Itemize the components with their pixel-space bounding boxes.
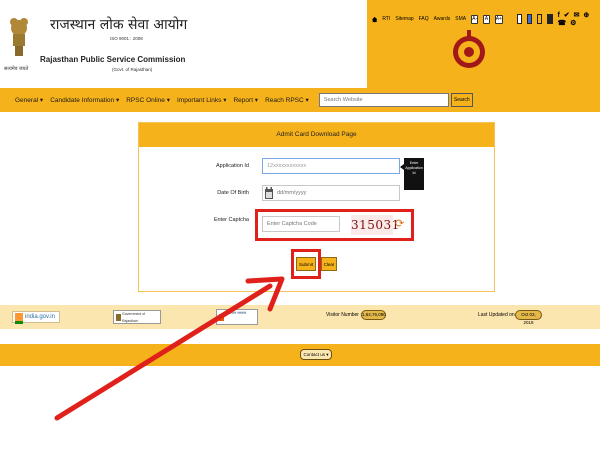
home-icon[interactable]: [372, 16, 378, 23]
nav-candidate-information[interactable]: Candidate Information ▾: [50, 96, 119, 104]
visitor-label: Visitor Number :: [326, 312, 362, 318]
govt-label: (Govt. of Rajasthan): [112, 67, 153, 72]
rpsc-logo-icon: [453, 30, 485, 68]
sma-link[interactable]: SMA: [455, 16, 466, 22]
submit-highlight-box: [291, 249, 321, 279]
panel-title: Admit Card Download Page: [139, 123, 494, 147]
contrast-orange-button[interactable]: [537, 14, 543, 24]
search-button[interactable]: Search: [450, 93, 473, 107]
nav-important-links[interactable]: Important Links ▾: [177, 96, 227, 104]
contrast-black-button[interactable]: [547, 14, 553, 24]
calendar-icon[interactable]: [265, 187, 273, 199]
contrast-white-button[interactable]: [517, 14, 523, 24]
captcha-label: Enter Captcha: [213, 217, 249, 223]
state-emblem-icon: [10, 18, 28, 56]
dob-label: Date Of Birth: [217, 190, 249, 196]
iso-label: ISO 9001 : 2008: [110, 36, 143, 41]
dob-input[interactable]: [262, 185, 400, 201]
contrast-blue-button[interactable]: [527, 14, 533, 24]
rti-link[interactable]: RTI: [382, 16, 390, 22]
sitemap-link[interactable]: Sitemap: [395, 16, 413, 22]
application-id-input[interactable]: [262, 158, 400, 174]
font-decrease-button[interactable]: A-: [471, 14, 479, 24]
awards-link[interactable]: Awards: [434, 16, 451, 22]
gov-rajasthan-logo[interactable]: Government of Rajasthan: [113, 310, 161, 324]
india-gov-logo[interactable]: india.gov.in: [12, 311, 60, 324]
top-utility-bar: RTI Sitemap FAQ Awards SMA A- A A+ f ✔ ✉…: [372, 11, 600, 27]
rajasthan-sarkar-logo[interactable]: राजस्थान सरकार: [216, 309, 258, 325]
last-updated-badge: Oct 03, 2018: [515, 310, 542, 325]
faq-link[interactable]: FAQ: [419, 16, 429, 22]
admit-card-panel: Admit Card Download Page Application Id …: [138, 122, 495, 292]
font-reset-button[interactable]: A: [483, 14, 490, 24]
application-tooltip: Enter Application Id: [400, 158, 424, 190]
last-updated-label: Last Updated on :: [478, 312, 518, 318]
clear-button[interactable]: Clear: [321, 257, 337, 271]
emblem-caption: सत्यमेव जयते: [4, 66, 29, 72]
application-id-label: Application Id: [215, 163, 249, 169]
contact-us-button[interactable]: Contact us ▾: [300, 349, 332, 360]
font-increase-button[interactable]: A+: [494, 14, 503, 24]
visitor-count-badge: 1,64,76,090: [361, 310, 386, 320]
main-nav: General ▾ Candidate Information ▾ RPSC O…: [0, 88, 600, 112]
nav-general[interactable]: General ▾: [15, 96, 43, 104]
captcha-highlight-box: [255, 209, 414, 241]
search-input[interactable]: [318, 93, 449, 107]
site-title-english: Rajasthan Public Service Commission: [40, 55, 186, 64]
social-icons[interactable]: f ✔ ✉ ⊕ ☎ ⚙: [558, 11, 600, 27]
nav-report[interactable]: Report ▾: [233, 96, 258, 104]
nav-rpsc-online[interactable]: RPSC Online ▾: [126, 96, 170, 104]
site-title-hindi: राजस्थान लोक सेवा आयोग: [50, 17, 188, 33]
page: सत्यमेव जयते राजस्थान लोक सेवा आयोग ISO …: [0, 0, 600, 450]
nav-reach-rpsc[interactable]: Reach RPSC ▾: [265, 96, 309, 104]
